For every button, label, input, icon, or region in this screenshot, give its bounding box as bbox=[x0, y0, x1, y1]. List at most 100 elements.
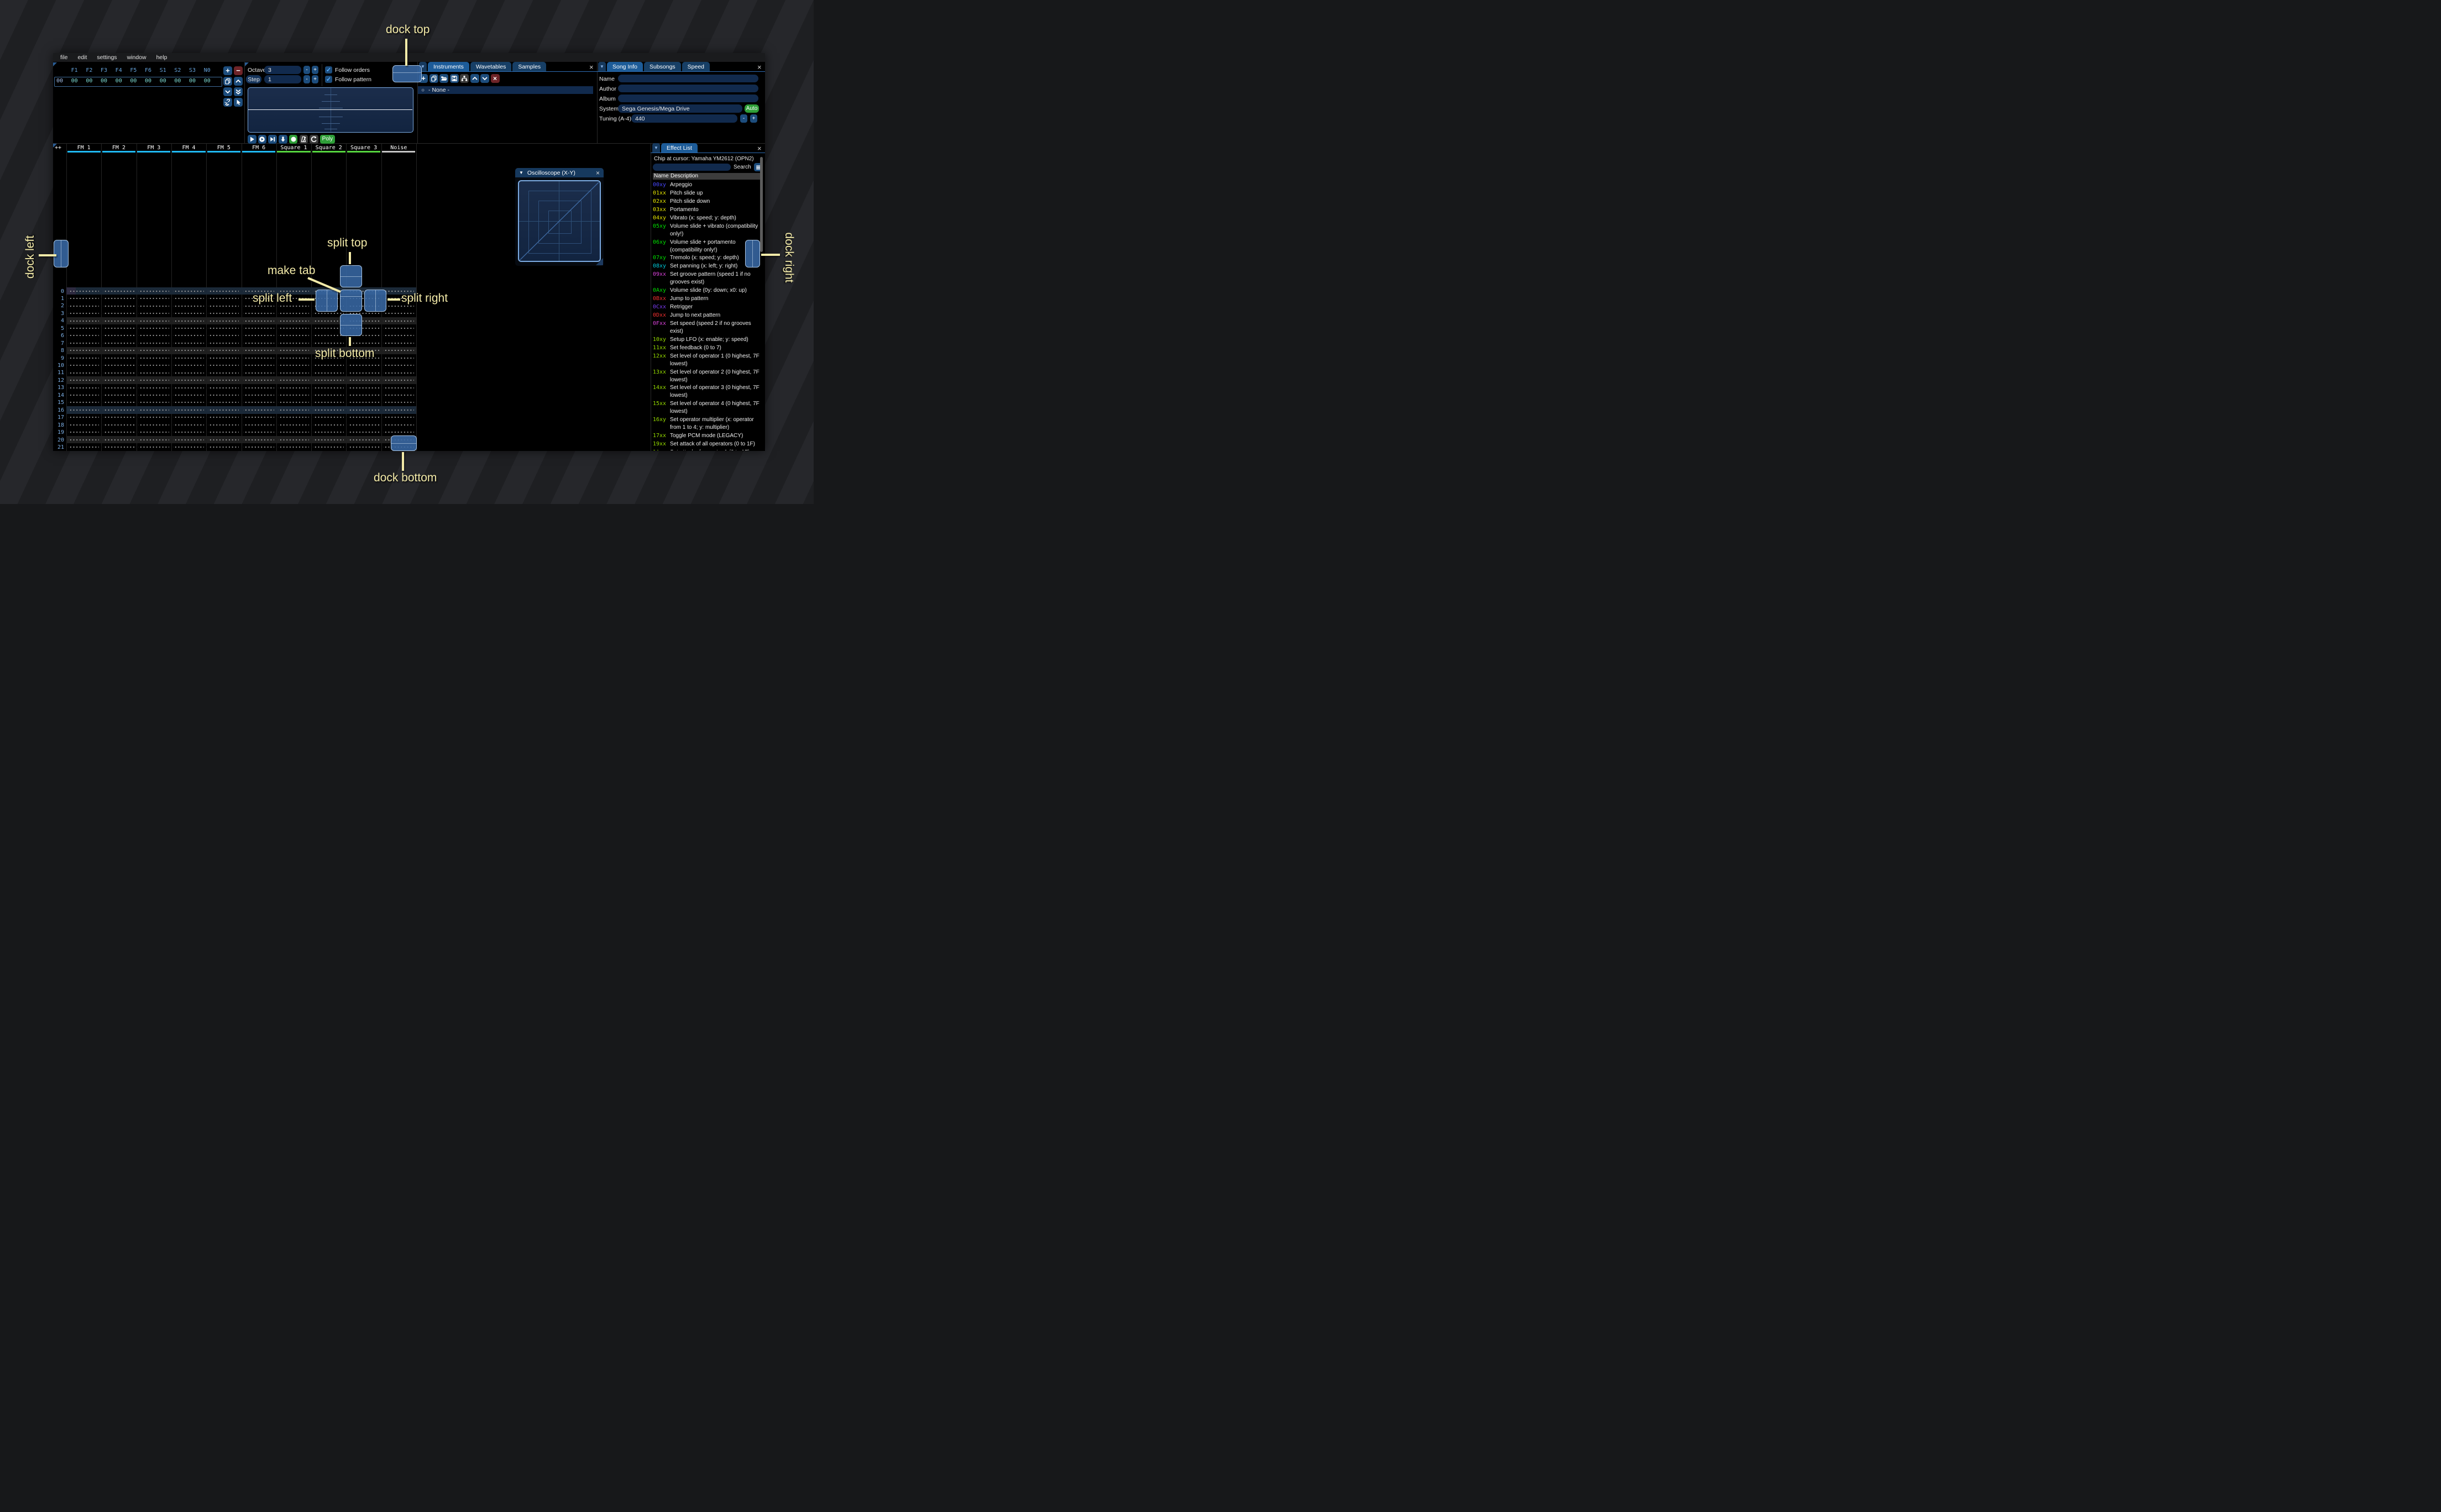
pattern-cell[interactable] bbox=[383, 413, 414, 422]
pattern-cell[interactable] bbox=[383, 317, 414, 325]
pattern-cell[interactable] bbox=[172, 421, 205, 429]
pattern-cell[interactable] bbox=[68, 287, 99, 295]
pattern-cell[interactable] bbox=[172, 406, 205, 414]
system-input[interactable]: Sega Genesis/Mega Drive bbox=[618, 104, 742, 113]
effect-row-03xx[interactable]: 03xx Portamento bbox=[653, 206, 762, 214]
move-down-button[interactable] bbox=[480, 74, 489, 83]
pattern-cell[interactable] bbox=[68, 391, 99, 399]
pattern-cell[interactable] bbox=[138, 295, 169, 302]
orders-value-S2[interactable]: 00 bbox=[171, 78, 184, 84]
add-button[interactable]: + bbox=[223, 66, 232, 75]
pattern-cell[interactable] bbox=[383, 354, 414, 362]
split-top-target[interactable] bbox=[340, 265, 362, 287]
pattern-cell[interactable] bbox=[103, 384, 134, 392]
effect-row-01xx[interactable]: 01xx Pitch slide up bbox=[653, 190, 762, 197]
pattern-row[interactable] bbox=[66, 398, 416, 407]
pattern-cell[interactable] bbox=[383, 369, 414, 377]
pattern-cell[interactable] bbox=[243, 421, 274, 429]
repeat-pattern-button[interactable] bbox=[310, 135, 318, 144]
pattern-cell[interactable] bbox=[68, 324, 99, 332]
effect-row-0Dxx[interactable]: 0Dxx Jump to next pattern bbox=[653, 312, 762, 319]
orders-value-F4[interactable]: 00 bbox=[112, 78, 125, 84]
pattern-cell[interactable] bbox=[172, 324, 205, 332]
pattern-row[interactable] bbox=[66, 361, 416, 369]
pattern-cell[interactable] bbox=[103, 428, 134, 436]
pattern-cell[interactable] bbox=[103, 369, 134, 377]
pattern-cell[interactable] bbox=[208, 324, 239, 332]
pattern-row[interactable] bbox=[66, 332, 416, 340]
pattern-cell[interactable] bbox=[208, 295, 239, 302]
pattern-cell[interactable] bbox=[68, 317, 99, 325]
pattern-cell[interactable] bbox=[172, 309, 205, 317]
pattern-cell[interactable] bbox=[208, 391, 239, 399]
remove-button[interactable]: − bbox=[234, 66, 243, 75]
effect-row-0Bxx[interactable]: 0Bxx Jump to pattern bbox=[653, 295, 762, 303]
pattern-cell[interactable] bbox=[138, 413, 169, 422]
pattern-cell[interactable] bbox=[277, 332, 310, 340]
pattern-cell[interactable] bbox=[313, 398, 344, 407]
pattern-cell[interactable] bbox=[138, 339, 169, 347]
pattern-cell[interactable] bbox=[172, 317, 205, 325]
pattern-cell[interactable] bbox=[103, 354, 134, 362]
pattern-cell[interactable] bbox=[277, 369, 310, 377]
pattern-row[interactable] bbox=[66, 406, 416, 414]
effect-row-1Axx[interactable]: 1AxxSet attack of operator 1 (0 to 1F) bbox=[653, 449, 762, 450]
tab-wavetables[interactable]: Wavetables bbox=[470, 62, 512, 71]
pattern-cell[interactable] bbox=[313, 391, 344, 399]
pattern-cell[interactable] bbox=[103, 398, 134, 407]
pattern-cell[interactable] bbox=[172, 384, 205, 392]
pattern-cell[interactable] bbox=[68, 309, 99, 317]
menu-edit[interactable]: edit bbox=[72, 54, 92, 61]
pattern-cell[interactable] bbox=[243, 332, 274, 340]
step-plus-button[interactable]: + bbox=[312, 75, 318, 83]
pattern-cell[interactable] bbox=[68, 295, 99, 302]
pattern-cell[interactable] bbox=[208, 413, 239, 422]
pattern-cell[interactable] bbox=[348, 421, 379, 429]
pattern-cell[interactable] bbox=[172, 287, 205, 295]
effect-row-09xx[interactable]: 09xx Set groove pattern (speed 1 if no gr… bbox=[653, 271, 762, 286]
pattern-cell[interactable] bbox=[383, 324, 414, 332]
channel-header-fm-6[interactable]: FM 6 bbox=[242, 145, 276, 151]
resize-grip[interactable] bbox=[596, 258, 603, 265]
pattern-row[interactable] bbox=[66, 391, 416, 399]
pattern-cell[interactable] bbox=[348, 339, 379, 347]
pattern-cell[interactable] bbox=[348, 406, 379, 414]
pattern-cell[interactable] bbox=[277, 361, 310, 369]
pattern-cell[interactable] bbox=[277, 376, 310, 384]
pattern-cell[interactable] bbox=[277, 406, 310, 414]
pattern-cell[interactable] bbox=[138, 324, 169, 332]
menu-settings[interactable]: settings bbox=[92, 54, 122, 61]
pattern-cell[interactable] bbox=[243, 361, 274, 369]
pattern-cell[interactable] bbox=[243, 354, 274, 362]
menu-help[interactable]: help bbox=[151, 54, 172, 61]
pattern-cell[interactable] bbox=[383, 428, 414, 436]
pattern-cell[interactable] bbox=[208, 376, 239, 384]
effect-row-0Cxx[interactable]: 0Cxx Retrigger bbox=[653, 303, 762, 311]
channel-header-noise[interactable]: Noise bbox=[381, 145, 416, 151]
pattern-cell[interactable] bbox=[138, 406, 169, 414]
effect-list-scrollbar[interactable] bbox=[760, 157, 763, 252]
dock-top-target[interactable] bbox=[392, 65, 422, 82]
pattern-cell[interactable] bbox=[138, 391, 169, 399]
effect-row-16xy[interactable]: 16xy Set operator multiplier (x: operator… bbox=[653, 416, 762, 432]
pattern-cell[interactable] bbox=[383, 384, 414, 392]
pattern-cell[interactable] bbox=[313, 361, 344, 369]
pattern-cell[interactable] bbox=[383, 361, 414, 369]
duplicate-end-button[interactable] bbox=[234, 87, 243, 96]
pattern-cell[interactable] bbox=[243, 384, 274, 392]
pattern-row[interactable] bbox=[66, 384, 416, 392]
pattern-cell[interactable] bbox=[138, 398, 169, 407]
pattern-cell[interactable] bbox=[103, 361, 134, 369]
pattern-cell[interactable] bbox=[208, 361, 239, 369]
tab-effect-list[interactable]: Effect List bbox=[661, 143, 698, 153]
pattern-cell[interactable] bbox=[243, 443, 274, 451]
effect-search-input[interactable] bbox=[653, 164, 731, 171]
channel-header-fm-2[interactable]: FM 2 bbox=[101, 145, 136, 151]
pattern-cell[interactable] bbox=[68, 436, 99, 444]
pattern-cell[interactable] bbox=[313, 413, 344, 422]
pattern-cell[interactable] bbox=[103, 295, 134, 302]
pattern-cell[interactable] bbox=[138, 436, 169, 444]
pattern-cell[interactable] bbox=[172, 354, 205, 362]
pattern-cell[interactable] bbox=[313, 406, 344, 414]
move-up-button[interactable] bbox=[234, 77, 243, 86]
